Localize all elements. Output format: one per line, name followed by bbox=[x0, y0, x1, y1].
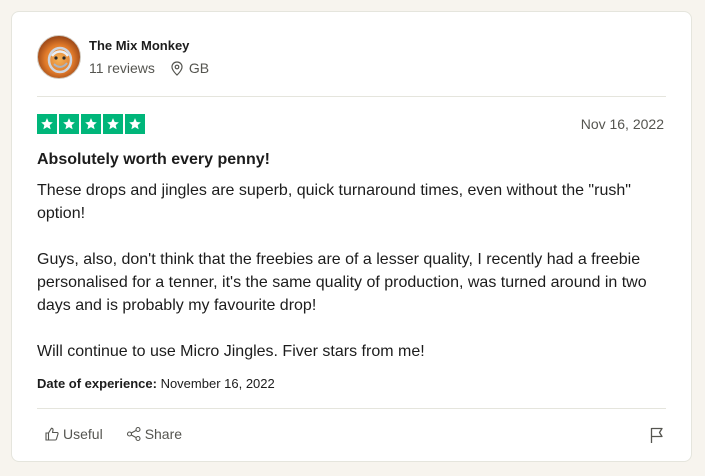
share-label: Share bbox=[144, 426, 183, 442]
rating-star bbox=[59, 114, 79, 134]
reviewer-info: The Mix Monkey 11 reviews GB bbox=[89, 38, 209, 76]
footer-divider bbox=[37, 408, 666, 409]
rating-star bbox=[81, 114, 101, 134]
date-of-experience: Date of experience: November 16, 2022 bbox=[37, 376, 275, 391]
flag-icon bbox=[650, 427, 663, 443]
star-icon bbox=[85, 118, 97, 130]
country-code: GB bbox=[188, 60, 210, 76]
review-title[interactable]: Absolutely worth every penny! bbox=[37, 151, 270, 169]
report-flag-button[interactable] bbox=[649, 426, 665, 449]
rating-star bbox=[125, 114, 145, 134]
monkey-logo-icon bbox=[47, 46, 73, 74]
useful-label: Useful bbox=[63, 426, 103, 442]
star-icon bbox=[63, 118, 75, 130]
rating-star bbox=[37, 114, 57, 134]
reviewer-location: GB bbox=[171, 60, 209, 76]
share-icon bbox=[126, 426, 141, 442]
experience-label: Date of experience: bbox=[37, 376, 157, 391]
star-icon bbox=[107, 118, 119, 130]
review-date: Nov 16, 2022 bbox=[580, 116, 664, 132]
reviewer-meta: 11 reviews GB bbox=[89, 60, 209, 76]
experience-date: November 16, 2022 bbox=[160, 376, 275, 391]
review-count: 11 reviews bbox=[89, 60, 155, 76]
review-actions: Useful Share bbox=[44, 426, 182, 442]
star-icon bbox=[129, 118, 141, 130]
useful-button[interactable]: Useful bbox=[44, 426, 103, 442]
location-pin-icon bbox=[171, 60, 183, 76]
star-icon bbox=[41, 118, 53, 130]
review-card: The Mix Monkey 11 reviews GB Nov 16, 202… bbox=[11, 11, 692, 462]
thumbs-up-icon bbox=[45, 427, 59, 441]
header-divider bbox=[37, 96, 666, 97]
share-button[interactable]: Share bbox=[126, 426, 182, 442]
reviewer-name[interactable]: The Mix Monkey bbox=[89, 38, 209, 54]
star-rating bbox=[37, 114, 147, 134]
reviewer-header: The Mix Monkey 11 reviews GB bbox=[37, 35, 209, 79]
reviewer-avatar[interactable] bbox=[37, 35, 81, 79]
rating-star bbox=[103, 114, 123, 134]
review-body: These drops and jingles are superb, quic… bbox=[37, 182, 647, 360]
